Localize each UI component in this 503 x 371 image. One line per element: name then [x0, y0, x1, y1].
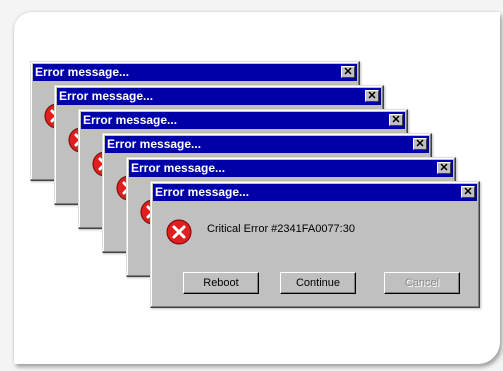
dialog-titlebar[interactable]: Error message... ✕ [81, 112, 405, 129]
close-button[interactable]: ✕ [365, 90, 379, 102]
screenshot-card: Error message... ✕ Error message... ✕ Er… [14, 12, 500, 364]
close-icon: ✕ [463, 186, 473, 198]
error-icon [166, 219, 192, 245]
close-button[interactable]: ✕ [413, 138, 427, 150]
close-icon: ✕ [367, 90, 377, 102]
error-dialog-main: Error message... ✕ Critical Error #2341F… [150, 181, 480, 308]
cancel-button: Cancel [384, 272, 460, 294]
reboot-button[interactable]: Reboot [183, 272, 259, 294]
dialog-title: Error message... [59, 89, 154, 103]
dialog-titlebar[interactable]: Error message... ✕ [153, 184, 477, 201]
dialog-title: Error message... [107, 137, 202, 151]
dialog-titlebar[interactable]: Error message... ✕ [33, 64, 357, 81]
continue-button[interactable]: Continue [280, 272, 356, 294]
close-button[interactable]: ✕ [437, 162, 451, 174]
dialog-title: Error message... [155, 185, 250, 199]
dialog-title: Error message... [131, 161, 226, 175]
dialog-titlebar[interactable]: Error message... ✕ [129, 160, 453, 177]
close-button[interactable]: ✕ [389, 114, 403, 126]
close-icon: ✕ [439, 162, 449, 174]
close-icon: ✕ [343, 66, 353, 78]
dialog-title: Error message... [83, 113, 178, 127]
dialog-titlebar[interactable]: Error message... ✕ [57, 88, 381, 105]
dialog-titlebar[interactable]: Error message... ✕ [105, 136, 429, 153]
close-button[interactable]: ✕ [341, 66, 355, 78]
close-button[interactable]: ✕ [461, 186, 475, 198]
close-icon: ✕ [391, 114, 401, 126]
close-icon: ✕ [415, 138, 425, 150]
error-message-text: Critical Error #2341FA0077:30 [207, 223, 355, 235]
dialog-title: Error message... [35, 65, 130, 79]
